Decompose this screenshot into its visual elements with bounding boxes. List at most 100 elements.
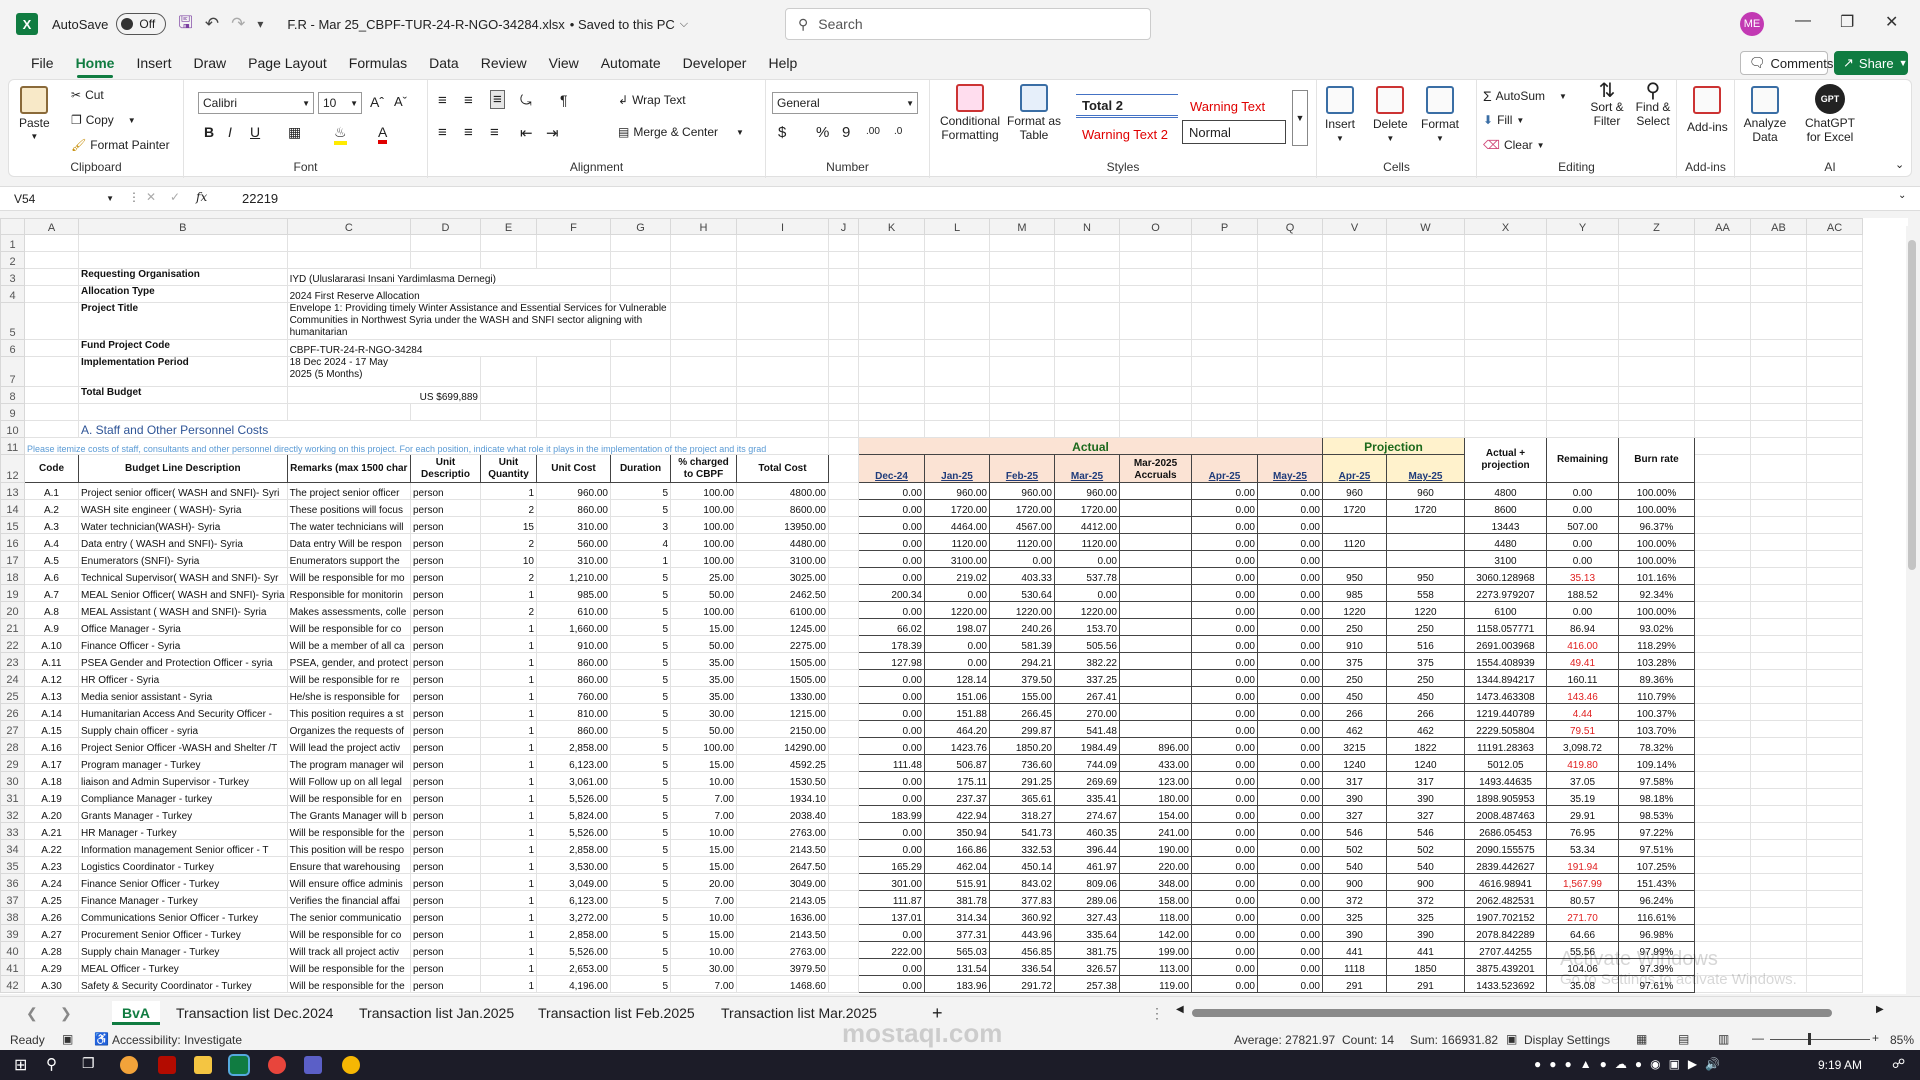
value-cell[interactable]: 1 — [480, 873, 537, 891]
increase-decimal-icon[interactable]: .00 — [866, 126, 880, 137]
cell[interactable] — [1806, 703, 1863, 721]
actual-value-cell[interactable]: 1120.00 — [1054, 533, 1120, 551]
actual-value-cell[interactable]: 0.00 — [1191, 499, 1258, 517]
remarks-cell[interactable]: PSEA, gender, and protect — [286, 652, 412, 670]
row-header[interactable]: 4 — [0, 285, 25, 303]
decrease-decimal-icon[interactable]: .0 — [894, 126, 902, 137]
value-cell[interactable]: 1 — [480, 686, 537, 704]
actual-value-cell[interactable]: 0.00 — [1257, 873, 1323, 891]
cell[interactable] — [1806, 839, 1863, 857]
actual-projection-cell[interactable]: 2707.44255 — [1464, 941, 1547, 959]
cell[interactable] — [828, 533, 859, 551]
projection-value-cell[interactable]: 291 — [1322, 975, 1387, 993]
value-cell[interactable]: 10 — [480, 550, 537, 568]
row-header[interactable]: 28 — [0, 737, 25, 755]
cell[interactable] — [828, 737, 859, 755]
cell[interactable] — [828, 890, 859, 908]
cell[interactable] — [858, 302, 925, 340]
actual-projection-cell[interactable]: 8600 — [1464, 499, 1547, 517]
cell[interactable] — [1750, 652, 1807, 670]
orientation-icon[interactable]: ⤿ — [520, 92, 532, 109]
unit-description-cell[interactable]: person — [410, 567, 481, 585]
header-feb[interactable]: Feb-25 — [989, 454, 1055, 483]
cell[interactable] — [1694, 873, 1751, 891]
cell[interactable] — [1257, 302, 1323, 340]
scroll-right-icon[interactable]: ▶ — [1876, 1004, 1884, 1015]
unit-description-cell[interactable]: person — [410, 550, 481, 568]
remaining-cell[interactable]: 191.94 — [1546, 856, 1619, 874]
tab-help[interactable]: Help — [757, 50, 808, 76]
projection-value-cell[interactable] — [1386, 533, 1465, 551]
value-cell[interactable]: 2 — [480, 601, 537, 619]
cell[interactable] — [1750, 669, 1807, 687]
burn-rate-cell[interactable]: 107.25% — [1618, 856, 1695, 874]
actual-value-cell[interactable]: 0.00 — [1191, 771, 1258, 789]
column-header[interactable]: L — [924, 218, 990, 235]
task-view-icon[interactable]: ❐ — [82, 1055, 95, 1072]
avatar[interactable]: ME — [1740, 12, 1764, 36]
cell[interactable] — [1750, 856, 1807, 874]
description-cell[interactable]: MEAL Assistant ( WASH and SNFI)- Syria — [78, 601, 288, 619]
actual-value-cell[interactable] — [1119, 499, 1192, 517]
prev-sheet-icon[interactable]: ❮ — [26, 1001, 38, 1025]
value-cell[interactable]: 50.00 — [670, 720, 737, 738]
actual-projection-cell[interactable]: 2273.979207 — [1464, 584, 1547, 602]
actual-value-cell[interactable]: 0.00 — [1257, 720, 1323, 738]
undo-icon[interactable]: ↶ — [205, 14, 219, 34]
actual-value-cell[interactable]: 183.99 — [858, 805, 925, 823]
actual-projection-cell[interactable]: 5012.05 — [1464, 754, 1547, 772]
header-duration[interactable]: Duration — [610, 454, 671, 483]
cell[interactable] — [828, 482, 859, 500]
code-cell[interactable]: A.7 — [24, 584, 79, 602]
actual-projection-cell[interactable]: 1344.894217 — [1464, 669, 1547, 687]
cell[interactable] — [1806, 386, 1863, 404]
header-apr[interactable]: Apr-25 — [1191, 454, 1258, 483]
cell[interactable] — [1806, 285, 1863, 303]
code-cell[interactable]: A.13 — [24, 686, 79, 704]
code-cell[interactable]: A.23 — [24, 856, 79, 874]
burn-rate-cell[interactable]: 101.16% — [1618, 567, 1695, 585]
actual-value-cell[interactable]: 0.00 — [1191, 567, 1258, 585]
cell[interactable] — [1464, 339, 1547, 357]
value-cell[interactable]: 5 — [610, 737, 671, 755]
burn-rate-cell[interactable]: 110.79% — [1618, 686, 1695, 704]
burn-rate-cell[interactable]: 116.61% — [1618, 907, 1695, 925]
projection-value-cell[interactable]: 390 — [1322, 788, 1387, 806]
header-proj-papr[interactable]: Apr-25 — [1322, 454, 1387, 483]
zoom-in-icon[interactable]: + — [1872, 1031, 1879, 1045]
style-total-2[interactable]: Total 2 — [1076, 94, 1178, 118]
actual-value-cell[interactable]: 0.00 — [858, 958, 925, 976]
unit-description-cell[interactable]: person — [410, 499, 481, 517]
actual-value-cell[interactable]: 257.38 — [1054, 975, 1120, 993]
value-cell[interactable]: 760.00 — [536, 686, 611, 704]
cell[interactable] — [1694, 499, 1751, 517]
column-header[interactable]: A — [24, 218, 79, 235]
cell[interactable] — [1546, 268, 1619, 286]
code-cell[interactable]: A.18 — [24, 771, 79, 789]
remarks-cell[interactable]: Will be responsible for co — [286, 924, 412, 942]
cell[interactable] — [736, 234, 829, 252]
header-burn-rate[interactable]: Burn rate — [1618, 437, 1695, 483]
merge-center-button[interactable]: ▤ Merge & Center ▼ — [618, 125, 744, 139]
remaining-cell[interactable]: 53.34 — [1546, 839, 1619, 857]
decrease-indent-icon[interactable]: ⇤ — [520, 124, 533, 142]
actual-value-cell[interactable]: 154.00 — [1119, 805, 1192, 823]
cell[interactable] — [1750, 788, 1807, 806]
value-cell[interactable]: 5 — [610, 720, 671, 738]
cell[interactable] — [1618, 339, 1695, 357]
actual-projection-cell[interactable]: 3875.439201 — [1464, 958, 1547, 976]
projection-value-cell[interactable]: 450 — [1322, 686, 1387, 704]
cell[interactable] — [1694, 339, 1751, 357]
cancel-icon[interactable]: ✕ — [146, 190, 156, 204]
actual-value-cell[interactable]: 0.00 — [924, 652, 990, 670]
cell[interactable] — [1694, 584, 1751, 602]
cell[interactable] — [1694, 924, 1751, 942]
actual-value-cell[interactable]: 318.27 — [989, 805, 1055, 823]
row-header[interactable]: 11 — [0, 437, 25, 455]
format-painter-button[interactable]: 🖌 Format Painter — [71, 138, 170, 152]
actual-value-cell[interactable]: 350.94 — [924, 822, 990, 840]
actual-value-cell[interactable]: 198.07 — [924, 618, 990, 636]
remarks-cell[interactable]: Will be responsible for the — [286, 958, 412, 976]
projection-value-cell[interactable] — [1386, 550, 1465, 568]
cell[interactable] — [1464, 234, 1547, 252]
